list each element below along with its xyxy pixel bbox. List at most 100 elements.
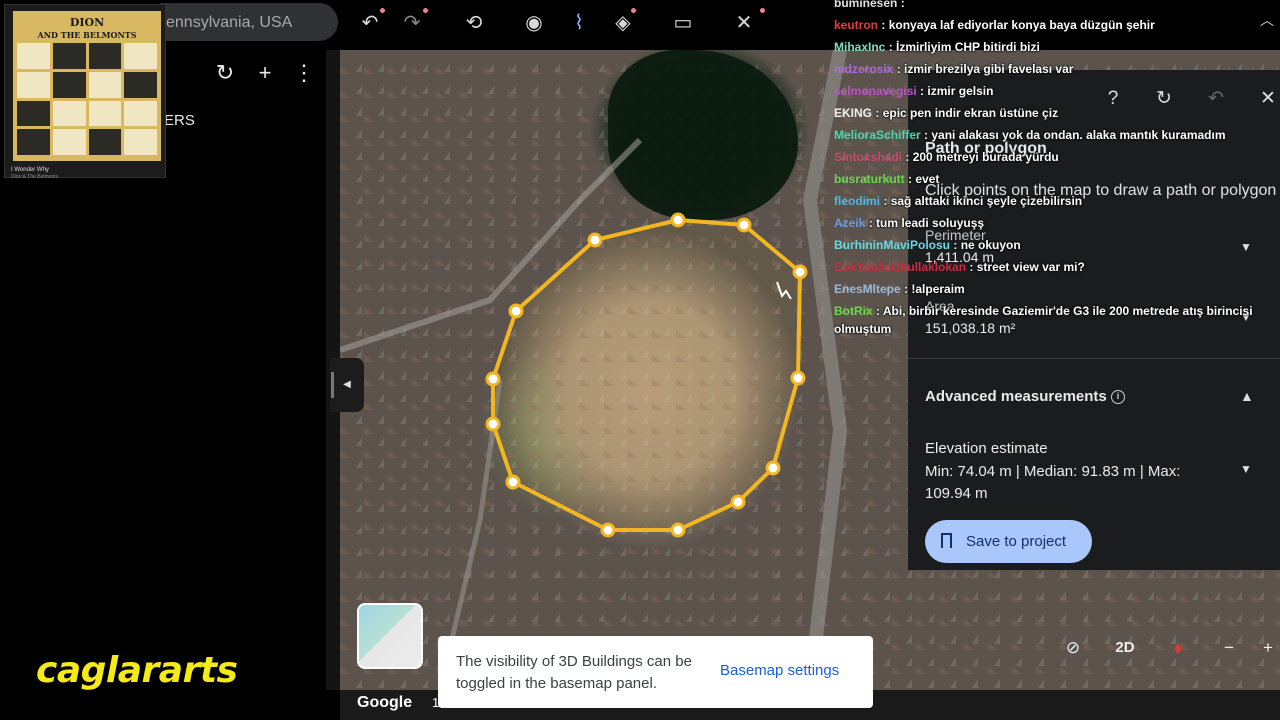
location-off-icon[interactable]: ⊘ — [1055, 630, 1091, 666]
watermark-logo: caglararts — [36, 650, 238, 691]
chat-message: buminesen : — [834, 0, 1280, 14]
resize-handle[interactable] — [331, 372, 334, 398]
chat-username[interactable]: mdzerosix — [834, 62, 893, 76]
notification-dot — [380, 8, 385, 13]
chat-text: !alperaim — [911, 282, 965, 296]
basemap-settings-link[interactable]: Basemap settings — [720, 662, 839, 679]
chat-text: evet — [915, 172, 940, 186]
chat-text: yani alakası yok da ondan. alaka mantık … — [931, 128, 1226, 142]
chevron-up-icon[interactable]: ︿ — [1260, 10, 1274, 30]
chat-text: konyaya laf ediyorlar konya baya düzgün … — [888, 18, 1155, 32]
stream-chat-overlay: buminesen : keutron : konyaya laf ediyor… — [834, 0, 1280, 338]
projects-header: ERS — [164, 112, 195, 129]
chat-username[interactable]: CokYanlisOkullaklokan — [834, 260, 966, 274]
place-pin-icon[interactable]: ◉ — [519, 8, 549, 38]
compass-icon[interactable]: ⬧ — [1160, 630, 1196, 666]
chat-message: EKING : epic pen indir ekran üstüne çiz — [834, 102, 1280, 124]
chat-message: mdzerosix : izmir brezilya gibi favelası… — [834, 58, 1280, 80]
chat-username[interactable]: EnesMltepe — [834, 282, 901, 296]
save-button-label: Save to project — [966, 533, 1067, 550]
chat-text: Abi, birbir keresinde Gaziemir'de G3 ile… — [834, 304, 1253, 336]
album-track: I Wonder Why — [11, 167, 49, 173]
chat-separator: : — [872, 106, 883, 120]
chat-separator: : — [966, 260, 977, 274]
chat-message: BotRix : Abi, birbir keresinde Gaziemir'… — [834, 302, 1280, 338]
chat-message: BurhininMaviPolosu : ne okuyon — [834, 234, 1280, 256]
notification-dot — [423, 8, 428, 13]
elevation-units-dropdown[interactable]: ▼ — [1240, 462, 1252, 476]
info-icon[interactable]: i — [1111, 390, 1125, 404]
chat-text: izmir brezilya gibi favelası var — [904, 62, 1074, 76]
google-logo: Google — [357, 694, 413, 711]
chat-separator: : — [880, 194, 891, 208]
chat-message: Azeik : tum leadi soluyuşş — [834, 212, 1280, 234]
notification-dot — [631, 8, 636, 13]
path-tool-icon[interactable]: ⌇ — [564, 8, 594, 38]
map-toolbar: ↶ ↷ ⟲ ◉ ⌇ ◈ ▭ ✕ — [340, 0, 830, 46]
more-vert-icon[interactable]: ⋮ — [291, 60, 317, 86]
chat-username[interactable]: BurhininMaviPolosu — [834, 238, 950, 252]
left-sidebar: ennsylvania, USA ↻ + ⋮ ERS DION AND THE … — [0, 0, 340, 720]
chat-text: izmir gelsin — [927, 84, 994, 98]
chat-separator: : — [902, 150, 913, 164]
chat-username[interactable]: selmonavegisi — [834, 84, 917, 98]
save-to-project-button[interactable]: Save to project — [925, 520, 1092, 563]
chat-username[interactable]: Azeik — [834, 216, 865, 230]
ruler-icon[interactable]: ▭ — [668, 8, 698, 38]
chat-text: tum leadi soluyuşş — [876, 216, 985, 230]
album-title-line2: AND THE BELMONTS — [37, 30, 137, 40]
chat-username[interactable]: MihaxInc — [834, 40, 885, 54]
zoom-in-button[interactable]: + — [1250, 630, 1280, 666]
chat-text: ne okuyon — [960, 238, 1021, 252]
chat-username[interactable]: busraturkutt — [834, 172, 905, 186]
refresh-icon[interactable]: ↻ — [212, 60, 238, 86]
history-icon[interactable]: ⟲ — [459, 8, 489, 38]
redo-icon[interactable]: ↷ — [397, 8, 427, 38]
album-title-line1: DION — [69, 16, 105, 29]
advanced-measurements-toggle[interactable]: Advanced measurements — [925, 388, 1107, 405]
chevron-up-icon[interactable]: ▲ — [1240, 388, 1254, 404]
chat-text: epic pen indir ekran üstüne çiz — [882, 106, 1059, 120]
chat-text: 200 metreyi burada yürdu — [912, 150, 1059, 164]
chat-separator: : — [885, 40, 897, 54]
chat-username[interactable]: keutron — [834, 18, 878, 32]
chat-separator: : — [878, 18, 889, 32]
chat-separator: : — [872, 304, 883, 318]
chat-separator: : — [920, 128, 932, 142]
album-art-widget: DION AND THE BELMONTS I Wonder Why Dion … — [4, 4, 166, 180]
chat-message: fleodimi : sağ alttaki ikinci şeyle çize… — [834, 190, 1280, 212]
chat-username[interactable]: EKING — [834, 106, 872, 120]
add-icon[interactable]: + — [252, 60, 278, 86]
album-artist: Dion & The Belmonts — [11, 174, 59, 180]
chat-message: selmonavegisi : izmir gelsin — [834, 80, 1280, 102]
elevation-value: Min: 74.04 m | Median: 91.83 m | Max: 10… — [925, 463, 1181, 502]
chat-separator: : — [950, 238, 961, 252]
zoom-out-button[interactable]: − — [1211, 630, 1247, 666]
chat-message: CokYanlisOkullaklokan : street view var … — [834, 256, 1280, 278]
collapse-panel-button[interactable]: ◀ — [330, 358, 364, 412]
chat-username[interactable]: BotRix — [834, 304, 873, 318]
chat-message: keutron : konyaya laf ediyorlar konya ba… — [834, 14, 1280, 36]
chat-separator: : — [916, 84, 928, 98]
chat-text: sağ alttaki ikinci şeyle çizebilirsin — [890, 194, 1083, 208]
bookmark-icon — [941, 533, 952, 548]
chat-separator: : — [897, 0, 905, 10]
chat-message: busraturkutt : evet — [834, 168, 1280, 190]
chat-username[interactable]: buminesen — [834, 0, 897, 10]
search-input[interactable]: ennsylvania, USA — [166, 14, 292, 32]
chat-text: İzmirliyim CHP bitirdi bizi — [896, 40, 1040, 54]
notification-dot — [760, 8, 765, 13]
album-cover: DION AND THE BELMONTS — [13, 11, 161, 161]
chat-message: MeliorаSchiffer : yani alakası yok da on… — [834, 124, 1280, 146]
chat-username[interactable]: MeliorаSchiffer — [834, 128, 921, 142]
chat-message: EnesMltepe : !alperaim — [834, 278, 1280, 300]
chat-separator: : — [900, 282, 912, 296]
chat-separator: : — [904, 172, 916, 186]
2d-toggle-button[interactable]: 2D — [1107, 630, 1143, 666]
chat-username[interactable]: fleodimi — [834, 194, 880, 208]
search-box[interactable]: ennsylvania, USA — [160, 3, 338, 41]
basemap-toast: The visibility of 3D Buildings can be to… — [438, 636, 873, 708]
basemap-thumbnail[interactable] — [357, 603, 423, 669]
tools-icon[interactable]: ✕ — [729, 8, 759, 38]
chat-username[interactable]: Sintoxshadi — [834, 150, 902, 164]
